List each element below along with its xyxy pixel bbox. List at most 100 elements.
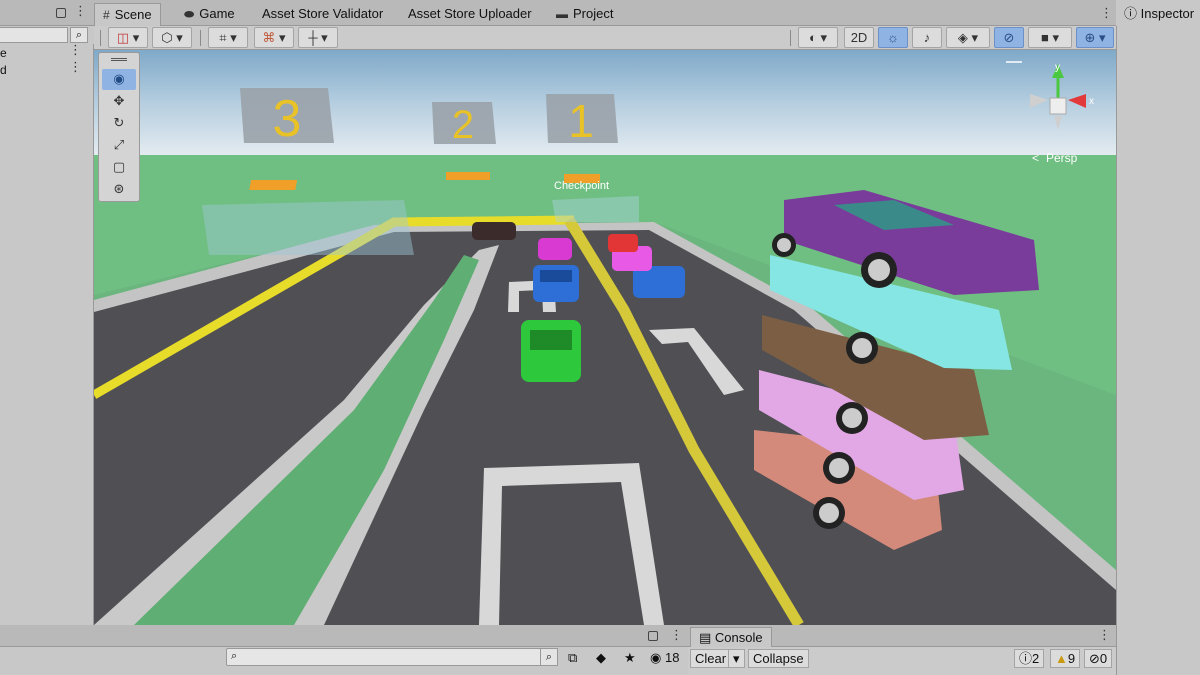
- draw-mode-dropdown[interactable]: ◫ ▾: [108, 27, 148, 48]
- tab-label: Project: [573, 6, 614, 21]
- rotate-icon: ↻: [113, 115, 125, 130]
- clear-options-dropdown[interactable]: ▾: [728, 649, 745, 668]
- scene-viewport[interactable]: 3 2 1 Checkpoint y x < Persp: [94, 50, 1116, 625]
- axis-y-label: y: [1055, 62, 1060, 73]
- tab-label: Asset Store Validator: [262, 6, 384, 21]
- lock-icon[interactable]: [56, 8, 66, 18]
- rotate-tool-button[interactable]: ↻: [102, 113, 136, 134]
- more-options-icon[interactable]: ⋮: [670, 628, 683, 641]
- errors-count: 0: [1099, 651, 1108, 666]
- warning-icon: ▲: [1055, 651, 1068, 666]
- transform-tool-button[interactable]: ⊛: [102, 179, 136, 200]
- snap-increment-dropdown[interactable]: ⌘ ▾: [254, 27, 294, 48]
- cube-icon: ⬡: [161, 30, 173, 45]
- countdown-sign-2: 2: [452, 103, 474, 147]
- tab-asset-store-validator[interactable]: Asset Store Validator: [254, 3, 391, 26]
- rect-tool-button[interactable]: ▢: [102, 157, 136, 178]
- mode-2d-label: 2D: [850, 30, 868, 45]
- project-search-input[interactable]: ⌕: [226, 648, 542, 666]
- more-options-icon[interactable]: ⋮: [74, 4, 87, 17]
- shading-mode-dropdown[interactable]: ◐ ▾: [798, 27, 838, 48]
- hierarchy-search-input[interactable]: [0, 27, 68, 43]
- hidden-objects-toggle[interactable]: ⊘: [994, 27, 1024, 48]
- camera-dropdown[interactable]: ■ ▾: [1028, 27, 1072, 48]
- search-filter-icon[interactable]: ⌕: [540, 648, 558, 666]
- hierarchy-row[interactable]: d ⋮: [0, 60, 94, 78]
- inspector-panel: [1116, 0, 1200, 675]
- tab-label: Asset Store Uploader: [408, 6, 532, 21]
- project-tabline: ⋮: [0, 625, 688, 647]
- hidden-count: 18: [664, 650, 680, 665]
- gizmo-sphere-icon: ⊕: [1084, 30, 1096, 45]
- hierarchy-row-label: d: [0, 63, 7, 77]
- hidden-packages-toggle[interactable]: ◉ 18: [650, 650, 679, 666]
- info-circle-icon: ⓘ: [1124, 6, 1138, 21]
- mode-2d-button[interactable]: 2D: [844, 27, 874, 48]
- info-filter-toggle[interactable]: ⓘ2: [1014, 649, 1045, 668]
- shaded-sphere-icon: ◐: [809, 30, 817, 45]
- ruler-icon: ┼: [308, 30, 318, 45]
- car-red: [608, 234, 638, 252]
- scene-tabbar: # Scene ⬬ Game Asset Store Validator Asset…: [94, 0, 1116, 26]
- audio-toggle[interactable]: ♪: [912, 27, 942, 48]
- drag-handle-icon[interactable]: [111, 58, 127, 61]
- info-icon: ⓘ: [1019, 651, 1033, 666]
- render-mode-dropdown[interactable]: ⬡ ▾: [152, 27, 192, 48]
- car-dark: [472, 222, 516, 240]
- transform-icon: ⊛: [113, 181, 125, 196]
- more-options-icon[interactable]: ⋮: [1100, 6, 1113, 19]
- clear-label: Clear: [695, 651, 727, 666]
- eye-icon: ◉: [113, 71, 125, 86]
- move-tool-button[interactable]: ✥: [102, 91, 136, 112]
- tab-inspector[interactable]: ⓘ Inspector: [1116, 0, 1200, 26]
- effects-dropdown[interactable]: ◈ ▾: [946, 27, 990, 48]
- tab-scene[interactable]: # Scene: [94, 3, 161, 26]
- svg-text:<: <: [1032, 151, 1039, 165]
- warning-filter-toggle[interactable]: ▲9: [1050, 649, 1081, 668]
- more-options-icon[interactable]: ⋮: [69, 43, 82, 56]
- label-tag-icon[interactable]: ◆: [596, 650, 606, 666]
- tab-console[interactable]: ▤ Console: [690, 627, 772, 647]
- countdown-sign-1: 1: [568, 95, 594, 147]
- gizmos-dropdown[interactable]: ⊕ ▾: [1076, 27, 1114, 48]
- transform-toolbox: ◉ ✥ ↻ ⤢ ▢ ⊛: [98, 52, 140, 202]
- star-icon[interactable]: ★: [624, 650, 636, 666]
- hierarchy-tabbar: ⋮: [0, 0, 94, 26]
- scale-icon: ⤢: [113, 137, 125, 152]
- tab-game[interactable]: ⬬ Game: [176, 3, 243, 26]
- audio-mute-icon: ♪: [923, 30, 931, 45]
- draw-mode-icon: ◫: [116, 30, 130, 45]
- console-tab-label: Console: [714, 630, 763, 645]
- view-tool-button[interactable]: ◉: [102, 69, 136, 90]
- collapse-button[interactable]: Collapse: [748, 649, 809, 668]
- clear-button[interactable]: Clear: [690, 649, 732, 668]
- car-green: [521, 320, 581, 382]
- inspector-title: Inspector: [1140, 6, 1195, 21]
- filter-by-type-icon[interactable]: ⧉: [568, 650, 577, 666]
- error-filter-toggle[interactable]: ⊘0: [1084, 649, 1113, 668]
- more-options-icon[interactable]: ⋮: [69, 60, 82, 73]
- grid-snapping-dropdown[interactable]: ⌗ ▾: [208, 27, 248, 48]
- countdown-sign-3: 3: [273, 90, 302, 148]
- persp-label[interactable]: Persp: [1046, 151, 1078, 165]
- eye-icon: ◉: [650, 650, 662, 665]
- search-icon: ⌕: [231, 650, 238, 662]
- lightbulb-icon: ☼: [887, 30, 899, 45]
- error-icon: ⊘: [1089, 651, 1100, 666]
- scale-tool-button[interactable]: ⤢: [102, 135, 136, 156]
- lighting-toggle[interactable]: ☼: [878, 27, 908, 48]
- tab-asset-store-uploader[interactable]: Asset Store Uploader: [400, 3, 540, 26]
- hierarchy-row-label: e: [0, 46, 7, 60]
- eye-hidden-icon: ⊘: [1003, 30, 1015, 45]
- folder-icon: ▬: [556, 7, 568, 21]
- collapse-label: Collapse: [753, 651, 804, 666]
- tab-project[interactable]: ▬ Project: [548, 3, 621, 26]
- move-arrows-icon: ✥: [113, 93, 125, 108]
- more-options-icon[interactable]: ⋮: [1098, 628, 1111, 641]
- ruler-dropdown[interactable]: ┼ ▾: [298, 27, 338, 48]
- snap-icon: ⌘: [262, 30, 276, 45]
- lock-icon[interactable]: [648, 631, 658, 641]
- tab-label: Game: [199, 6, 235, 21]
- search-filter-icon[interactable]: ⌕: [70, 27, 88, 43]
- hierarchy-panel: [0, 0, 94, 625]
